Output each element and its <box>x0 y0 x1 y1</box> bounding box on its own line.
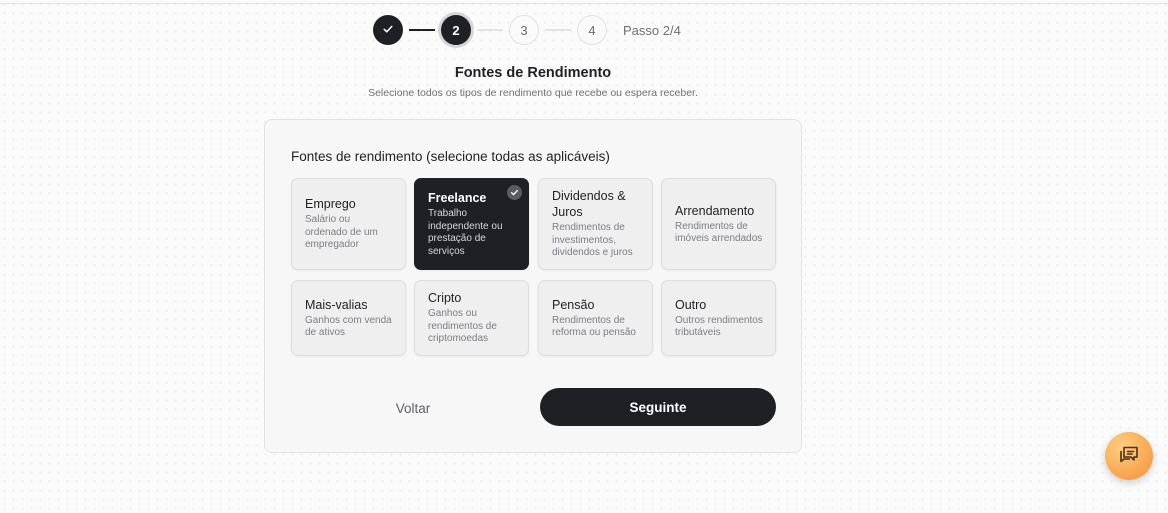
option-emprego[interactable]: Emprego Salário ou ordenado de um empreg… <box>291 178 406 270</box>
step-2-current: 2 <box>441 15 471 45</box>
option-title: Cripto <box>428 291 462 306</box>
option-cripto[interactable]: Cripto Ganhos ou rendimentos de criptomo… <box>414 280 529 356</box>
step-3: 3 <box>509 15 539 45</box>
check-icon <box>382 23 394 38</box>
step-1-completed <box>373 15 403 45</box>
option-title: Dividendos & Juros <box>552 189 626 220</box>
option-description: Rendimentos de imóveis arrendados <box>675 220 763 245</box>
step-connector <box>545 29 571 31</box>
option-title: Pensão <box>552 297 595 312</box>
option-title: Outro <box>675 297 707 312</box>
chat-button[interactable] <box>1105 432 1153 480</box>
step-connector <box>477 29 503 31</box>
option-description: Rendimentos de reforma ou pensão <box>552 314 636 339</box>
option-description: Rendimentos de investimentos, dividendos… <box>552 222 633 259</box>
option-description: Ganhos ou rendimentos de criptomoedas <box>428 308 497 345</box>
option-title: Mais-valias <box>305 297 368 312</box>
option-arrendamento[interactable]: Arrendamento Rendimentos de imóveis arre… <box>661 178 776 270</box>
option-freelance[interactable]: Freelance Trabalho independente ou prest… <box>414 178 529 270</box>
option-description: Trabalho independente ou prestação de se… <box>428 208 503 257</box>
option-outro[interactable]: Outro Outros rendimentos tributáveis <box>661 280 776 356</box>
option-title: Freelance <box>428 191 487 205</box>
step-progress-label: Passo 2/4 <box>623 22 681 38</box>
page-subtitle: Selecione todos os tipos de rendimento q… <box>368 87 698 99</box>
option-description: Salário ou ordenado de um empregador <box>305 214 378 251</box>
card-heading: Fontes de rendimento (selecione todas as… <box>291 149 610 164</box>
option-description: Outros rendimentos tributáveis <box>675 314 763 339</box>
option-pensao[interactable]: Pensão Rendimentos de reforma ou pensão <box>538 280 653 356</box>
step-4: 4 <box>577 15 607 45</box>
stepper: 2 3 4 Passo 2/4 <box>373 14 681 46</box>
option-description: Ganhos com venda de ativos <box>305 314 392 339</box>
step-connector-done <box>409 29 435 31</box>
option-mais-valias[interactable]: Mais-valias Ganhos com venda de ativos <box>291 280 406 356</box>
top-divider <box>0 3 1168 4</box>
income-sources-card: Fontes de rendimento (selecione todas as… <box>264 119 802 453</box>
option-title: Emprego <box>305 197 356 212</box>
page: 2 3 4 Passo 2/4 Fontes de Rendimento Sel… <box>0 0 1168 513</box>
option-dividendos-juros[interactable]: Dividendos & Juros Rendimentos de invest… <box>538 178 653 270</box>
chat-icon <box>1117 442 1141 471</box>
page-title: Fontes de Rendimento <box>454 65 612 81</box>
next-button[interactable]: Seguinte <box>540 388 776 426</box>
check-icon <box>507 185 522 200</box>
option-title: Arrendamento <box>675 203 755 218</box>
back-button[interactable]: Voltar <box>373 390 453 426</box>
